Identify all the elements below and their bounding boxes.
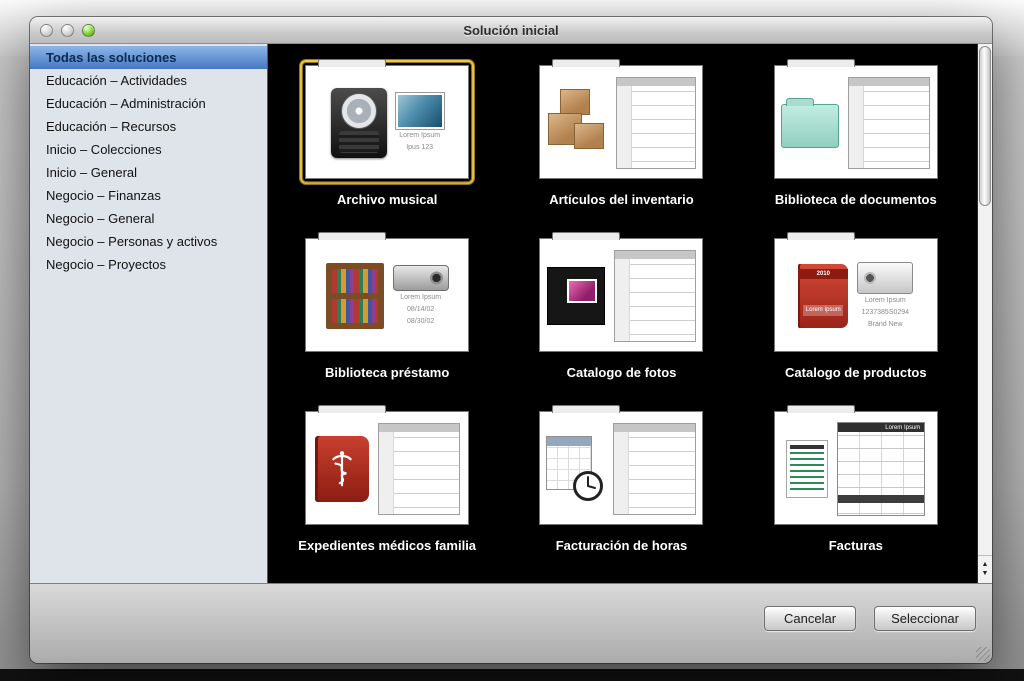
template-label: Artículos del inventario xyxy=(549,192,693,207)
screen-bottom-bar xyxy=(0,669,1024,681)
template-thumbnail: 2010 Lorem Ipsum Lorem Ipsum 1237385S029… xyxy=(769,233,943,357)
photo-thumbnail-icon xyxy=(396,93,444,129)
template-thumbnail: Lorem Ipsum 08/14/02 08/30/02 xyxy=(300,233,474,357)
select-button[interactable]: Seleccionar xyxy=(874,606,976,631)
vertical-scrollbar[interactable]: ▲ ▼ xyxy=(977,44,992,583)
template-label: Catalogo de productos xyxy=(785,365,927,380)
desktop: Solución inicial Todas las soluciones Ed… xyxy=(0,0,1024,681)
record-list-preview xyxy=(378,423,460,515)
template-card-catalogo-productos[interactable]: 2010 Lorem Ipsum Lorem Ipsum 1237385S029… xyxy=(769,233,943,380)
bookshelf-icon xyxy=(326,263,384,329)
zoom-button[interactable] xyxy=(82,24,95,37)
thumb-caption: 08/14/02 xyxy=(407,306,434,315)
template-thumbnail xyxy=(769,60,943,184)
template-label: Biblioteca préstamo xyxy=(325,365,449,380)
template-card-expedientes-medicos[interactable]: Expedientes médicos familia xyxy=(298,406,476,553)
template-card-biblioteca-documentos[interactable]: Biblioteca de documentos xyxy=(769,60,943,207)
template-label: Expedientes médicos familia xyxy=(298,538,476,553)
projector-icon xyxy=(393,265,449,291)
template-card-biblioteca-prestamo[interactable]: Lorem Ipsum 08/14/02 08/30/02 Biblioteca… xyxy=(300,233,474,380)
thumb-caption: Lorem Ipsum xyxy=(865,297,906,306)
record-list-preview xyxy=(848,77,930,169)
lens-icon xyxy=(430,272,443,285)
template-thumbnail: Lorem Ipsum xyxy=(769,406,943,530)
minimize-button[interactable] xyxy=(61,24,74,37)
cancel-button[interactable]: Cancelar xyxy=(764,606,856,631)
lens-icon xyxy=(864,272,876,284)
record-list-preview xyxy=(613,423,697,515)
sidebar-item-negocio-finanzas[interactable]: Negocio – Finanzas xyxy=(30,184,267,207)
sidebar-item-inicio-colecciones[interactable]: Inicio – Colecciones xyxy=(30,138,267,161)
sidebar-item-negocio-proyectos[interactable]: Negocio – Proyectos xyxy=(30,253,267,276)
template-thumbnail xyxy=(300,406,474,530)
book-cover-label: Lorem Ipsum xyxy=(803,305,843,316)
catalog-book-icon: 2010 Lorem Ipsum xyxy=(798,264,848,328)
template-label: Biblioteca de documentos xyxy=(775,192,937,207)
template-card-archivo-musical[interactable]: Lorem Ipsum Ipus 123 Archivo musical xyxy=(300,60,474,207)
template-thumbnail xyxy=(534,60,708,184)
template-grid: Lorem Ipsum Ipus 123 Archivo musical xyxy=(268,44,977,583)
template-thumbnail: Lorem Ipsum Ipus 123 xyxy=(300,60,474,184)
thumb-caption: Lorem Ipsum xyxy=(400,294,441,303)
sidebar-item-negocio-personas-activos[interactable]: Negocio – Personas y activos xyxy=(30,230,267,253)
window-title: Solución inicial xyxy=(463,23,558,38)
photo-icon xyxy=(567,279,597,303)
template-card-catalogo-fotos[interactable]: Catalogo de fotos xyxy=(534,233,708,380)
record-list-preview xyxy=(616,77,696,169)
cd-icon xyxy=(341,93,377,129)
sidebar-item-educacion-recursos[interactable]: Educación – Recursos xyxy=(30,115,267,138)
window-controls xyxy=(40,17,95,43)
template-label: Facturación de horas xyxy=(556,538,687,553)
invoice-table-preview: Lorem Ipsum xyxy=(837,422,925,516)
scrollbar-thumb[interactable] xyxy=(979,46,991,206)
thumb-caption: Ipus 123 xyxy=(406,144,433,153)
sidebar-item-todas-las-soluciones[interactable]: Todas las soluciones xyxy=(30,46,267,69)
folder-icon xyxy=(781,104,839,148)
template-label: Archivo musical xyxy=(337,192,437,207)
keypad-icon xyxy=(339,131,379,153)
resize-grip-icon[interactable] xyxy=(976,647,990,661)
thumb-caption: Lorem Ipsum xyxy=(399,132,440,141)
photo-album-icon xyxy=(547,267,605,325)
template-thumbnail xyxy=(534,406,708,530)
music-player-icon xyxy=(331,88,387,158)
sidebar-item-educacion-administracion[interactable]: Educación – Administración xyxy=(30,92,267,115)
thumb-caption: 08/30/02 xyxy=(407,318,434,327)
footer-buttons: Cancelar Seleccionar xyxy=(764,606,976,631)
close-button[interactable] xyxy=(40,24,53,37)
medical-book-icon xyxy=(315,436,369,502)
thumb-caption: Brand New xyxy=(868,321,903,330)
template-card-facturacion-horas[interactable]: Facturación de horas xyxy=(534,406,708,553)
template-card-articulos-inventario[interactable]: Artículos del inventario xyxy=(534,60,708,207)
thumb-caption: 1237385S0294 xyxy=(862,309,910,318)
sidebar-item-educacion-actividades[interactable]: Educación – Actividades xyxy=(30,69,267,92)
template-browser: Lorem Ipsum Ipus 123 Archivo musical xyxy=(268,44,992,583)
template-label: Facturas xyxy=(829,538,883,553)
product-device-icon xyxy=(857,262,913,294)
invoice-summary-panel xyxy=(786,440,828,498)
record-list-preview xyxy=(614,250,696,342)
scrollbar-arrows: ▲ ▼ xyxy=(978,555,992,583)
clock-icon xyxy=(572,470,604,502)
sidebar-item-negocio-general[interactable]: Negocio – General xyxy=(30,207,267,230)
scroll-down-icon[interactable]: ▼ xyxy=(982,570,989,578)
sidebar-item-inicio-general[interactable]: Inicio – General xyxy=(30,161,267,184)
inventory-boxes-icon xyxy=(546,87,607,159)
invoice-header-text: Lorem Ipsum xyxy=(838,424,920,432)
caduceus-icon xyxy=(329,449,355,489)
scroll-up-icon[interactable]: ▲ xyxy=(982,561,989,569)
template-thumbnail xyxy=(534,233,708,357)
category-sidebar: Todas las soluciones Educación – Activid… xyxy=(30,44,268,583)
dialog-content: Todas las soluciones Educación – Activid… xyxy=(30,44,992,583)
template-card-facturas[interactable]: Lorem Ipsum Facturas xyxy=(769,406,943,553)
template-label: Catalogo de fotos xyxy=(567,365,677,380)
dialog-footer: Cancelar Seleccionar xyxy=(30,583,992,663)
title-bar[interactable]: Solución inicial xyxy=(30,17,992,44)
starter-solution-dialog: Solución inicial Todas las soluciones Ed… xyxy=(30,17,992,663)
book-year-band: 2010 xyxy=(798,269,848,279)
